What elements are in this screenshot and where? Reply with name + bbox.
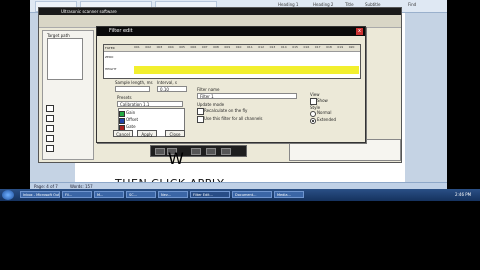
grid-column-header: 004 (167, 45, 174, 49)
toolbar-button[interactable]: W (167, 148, 184, 168)
list-item[interactable]: Gain (126, 110, 135, 115)
toolbar-button[interactable] (221, 148, 231, 155)
grid-column-header: 008 (213, 45, 219, 49)
app-title-bar: Ultrasonic scanner software (39, 8, 401, 15)
channel-checkbox[interactable] (46, 125, 54, 132)
filter-edit-dialog: Filter edit x 001 002 003 004 005 006 007 008 00… (96, 26, 366, 143)
style-normal-radio[interactable] (310, 111, 316, 117)
grid-column-header: 009 (224, 45, 231, 49)
sample-length-field[interactable] (115, 86, 150, 92)
toolbar-button[interactable] (206, 148, 216, 155)
grid-row-label: FILTER (105, 46, 115, 50)
grid-row-label: ZERO (105, 55, 114, 59)
grid-column-header: 002 (145, 45, 152, 49)
show-checkbox[interactable] (310, 98, 317, 105)
grid-column-header: 020 (348, 45, 355, 49)
swatch (119, 111, 125, 117)
toolbar-button[interactable] (191, 148, 201, 155)
grid-column-header: 012 (258, 45, 265, 49)
interval-label: Interval, s (157, 80, 177, 85)
grid-column-header: 014 (280, 45, 287, 49)
grid-column-header: 011 (247, 45, 253, 49)
filter-name-input[interactable]: Filter 1 (197, 93, 297, 99)
channel-checkbox[interactable] (46, 115, 54, 122)
grid-header: 001 002 003 004 005 006 007 008 009 010 011 012 013 0… (104, 45, 360, 52)
grid-selected-row[interactable] (134, 66, 359, 74)
grid-column-header: 007 (201, 45, 208, 49)
sample-length-label: Sample length, ms (115, 80, 153, 85)
letterbox-left (0, 0, 30, 270)
view-label: View (310, 92, 320, 97)
update-mode-label: Update mode (197, 102, 225, 107)
taskbar-item-outlook[interactable]: Inbox - Microsoft Outlook (20, 191, 60, 198)
channel-checkbox[interactable] (46, 135, 54, 142)
taskbar-item[interactable]: M... (94, 191, 124, 198)
floating-toolbar: W (150, 145, 247, 168)
filter-grid[interactable]: 001 002 003 004 005 006 007 008 009 010 011 012 013 0… (103, 44, 361, 79)
taskbar-item-filter-edit[interactable]: Filter Edit... (190, 191, 230, 198)
taskbar-item-document[interactable]: Document... (232, 191, 272, 198)
channel-checkbox[interactable] (46, 105, 54, 112)
grid-column-header: 016 (303, 45, 310, 49)
interval-field[interactable]: 0.10 (157, 86, 187, 92)
toolbar-button[interactable] (155, 148, 165, 155)
recording-frame: Heading 1 Heading 2 Title Subtitle Find … (0, 0, 480, 270)
taskbar-clock: 2:46 PM (455, 192, 472, 197)
style-normal-label: Normal (317, 110, 332, 115)
grid-column-header: 017 (314, 45, 321, 49)
close-button[interactable]: Close (165, 130, 185, 137)
dialog-title: Filter edit (97, 27, 365, 36)
ribbon-find[interactable]: Find (408, 2, 416, 7)
grid-column-header: 013 (269, 45, 276, 49)
show-label: Show (317, 98, 328, 103)
use-all-checkbox[interactable] (197, 116, 204, 123)
letterbox-right (447, 0, 480, 270)
recalc-label: Recalculate on the fly (204, 108, 248, 113)
recalc-checkbox[interactable] (197, 108, 204, 115)
style-extended-radio[interactable] (310, 118, 316, 124)
style-extended-label: Extended (317, 117, 336, 122)
taskbar-item[interactable]: Nev... (158, 191, 188, 198)
preset-select[interactable]: Calibration 1.1 (117, 101, 183, 107)
grid-column-header: 003 (156, 45, 163, 49)
apply-button[interactable]: Apply (137, 130, 157, 137)
start-button[interactable] (2, 190, 14, 200)
swatch (119, 118, 125, 124)
grid-column-header: 015 (292, 45, 298, 49)
grid-column-header: 005 (179, 45, 185, 49)
grid-column-header: 019 (337, 45, 344, 49)
dialog-close-button[interactable]: x (356, 28, 363, 35)
grid-column-header: 018 (326, 45, 332, 49)
grid-column-header: 006 (190, 45, 197, 49)
list-item[interactable]: Gate (126, 124, 136, 129)
app-mini-graph (47, 38, 83, 80)
grid-column-header: 001 (134, 45, 140, 49)
filter-name-label: Filter name (197, 87, 220, 92)
cancel-button[interactable]: Cancel (113, 130, 133, 137)
list-item[interactable]: Offset (126, 117, 138, 122)
grid-column-header: 010 (235, 45, 242, 49)
taskbar-item[interactable]: SC... (126, 191, 156, 198)
presets-label: Presets (117, 95, 132, 100)
taskbar-item[interactable]: Fil... (62, 191, 92, 198)
use-all-label: Use this filter for all channels (204, 116, 263, 121)
grid-row-label: HEIGHT (105, 67, 117, 71)
desktop-screen: Heading 1 Heading 2 Title Subtitle Find … (30, 0, 447, 200)
channel-checkbox[interactable] (46, 145, 54, 152)
taskbar-item[interactable]: Media... (274, 191, 304, 198)
